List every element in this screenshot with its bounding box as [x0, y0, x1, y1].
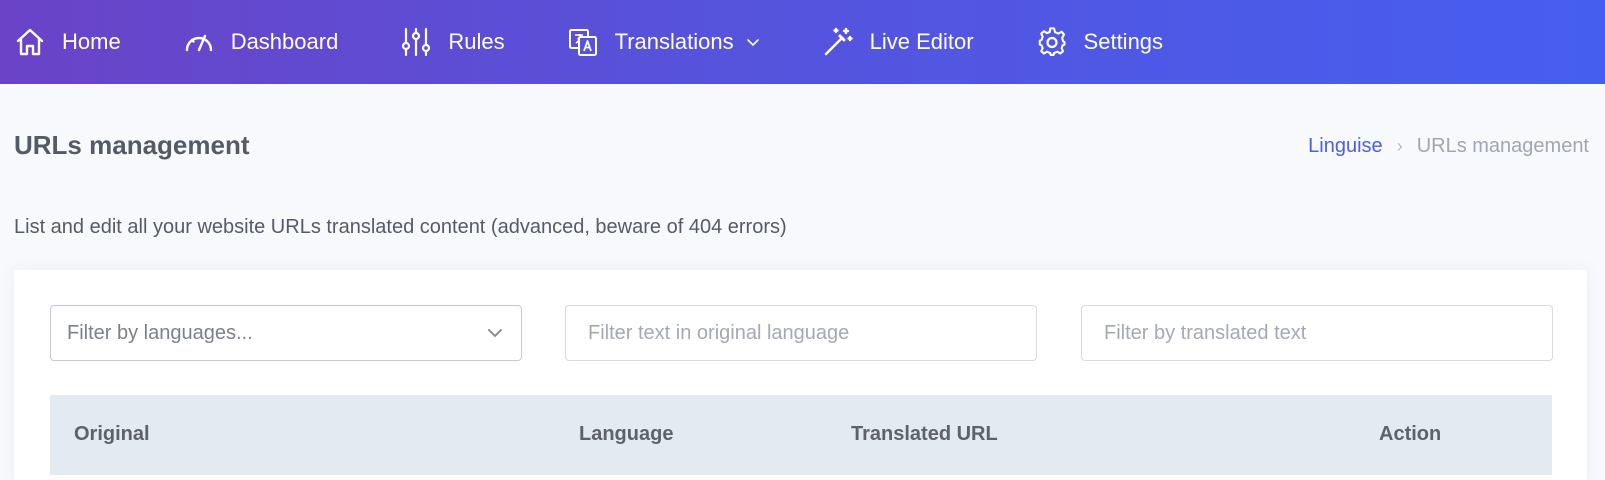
nav-item-rules[interactable]: Rules: [400, 26, 505, 58]
breadcrumb: Linguise › URLs management: [1308, 135, 1589, 158]
language-filter-select[interactable]: Filter by languages...: [50, 305, 522, 361]
magic-wand-icon: [824, 27, 853, 56]
column-header-action: Action: [1379, 423, 1442, 445]
page-description: List and edit all your website URLs tran…: [14, 216, 787, 238]
language-filter-value: Filter by languages...: [67, 321, 253, 344]
chevron-down-icon: [746, 39, 759, 47]
nav-label-rules: Rules: [448, 29, 505, 54]
top-navbar: Home Dashboard Rules Translations Live E…: [0, 0, 1605, 84]
nav-item-settings[interactable]: Settings: [1036, 26, 1164, 58]
nav-item-home[interactable]: Home: [14, 26, 121, 58]
gear-icon: [1038, 27, 1066, 57]
breadcrumb-root-link[interactable]: Linguise: [1308, 135, 1383, 158]
sliders-icon: [402, 27, 431, 57]
original-text-filter-placeholder: Filter text in original language: [588, 321, 850, 344]
nav-label-home: Home: [62, 29, 121, 54]
nav-label-live-editor: Live Editor: [869, 29, 974, 54]
breadcrumb-current: URLs management: [1416, 135, 1589, 157]
column-header-language[interactable]: Language: [579, 423, 673, 446]
column-header-original[interactable]: Original: [74, 423, 150, 446]
gauge-icon: [185, 34, 212, 52]
translated-text-filter-placeholder: Filter by translated text: [1104, 321, 1307, 344]
chevron-right-icon: ›: [1396, 136, 1403, 156]
nav-label-translations: Translations: [614, 29, 734, 54]
page-title: URLs management: [14, 130, 250, 160]
home-icon: [16, 28, 44, 56]
nav-label-settings: Settings: [1083, 29, 1164, 54]
column-header-translated-url[interactable]: Translated URL: [851, 423, 998, 446]
translated-text-filter-input[interactable]: Filter by translated text: [1081, 305, 1553, 361]
urls-card: Filter by languages... Filter text in or…: [14, 270, 1587, 480]
table-header: Original Language Translated URL Action: [50, 395, 1552, 475]
nav-label-dashboard: Dashboard: [230, 29, 339, 54]
chevron-down-icon: [488, 329, 502, 338]
nav-item-translations[interactable]: Translations: [567, 26, 760, 58]
nav-item-dashboard[interactable]: Dashboard: [183, 26, 339, 58]
original-text-filter-input[interactable]: Filter text in original language: [565, 305, 1037, 361]
translate-icon: [568, 29, 597, 56]
nav-item-live-editor[interactable]: Live Editor: [822, 26, 974, 58]
